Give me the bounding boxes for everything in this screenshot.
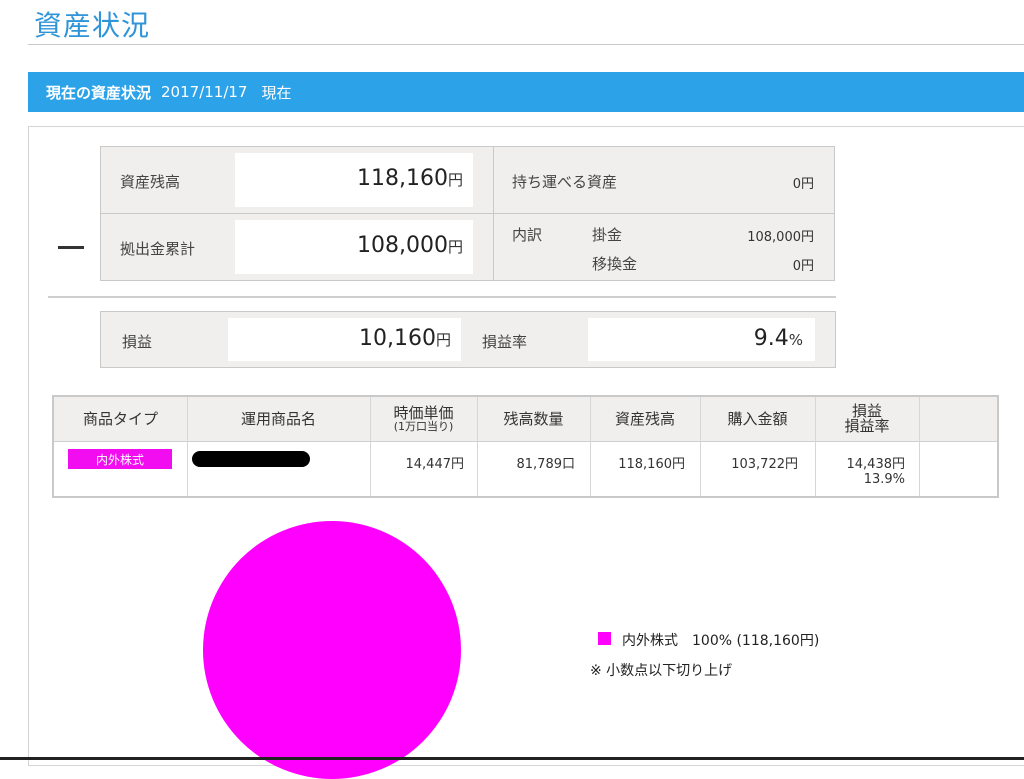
profit-loss-unit: 円 [435,331,451,349]
title-divider [28,44,1024,45]
cell-asset-balance: 118,160円 [618,457,685,472]
cell-profit-loss: 14,438円 [846,457,906,472]
column-divider [370,397,371,496]
table-header-row: 商品タイプ 運用商品名 時価単価 (1万口当り) 残高数量 資産残高 購入金額 … [54,397,997,442]
cell-quantity: 81,789口 [516,457,576,472]
balance-unit: 円 [447,171,463,189]
balance-value: 118,160 [357,166,448,191]
page-title: 資産状況 [34,9,151,42]
portable-label: 持ち運べる資産 [512,173,618,191]
header-quantity: 残高数量 [503,409,564,428]
header-purchase-amount: 購入金額 [727,409,788,428]
rounding-note: ※ 小数点以下切り上げ [590,663,733,679]
minus-operator [58,246,84,249]
as-of-suffix: 現在 [261,83,292,102]
as-of-date: 2017/11/17 [161,83,248,101]
breakdown-item-label-ikankin: 移換金 [592,255,638,273]
breakdown-item-value-ikankin: 0円 [792,259,814,274]
section-title: 現在の資産状況 [46,83,152,102]
balance-value-wrap: 118,160円 [235,166,463,191]
redacted-product-name [192,451,310,467]
contrib-label: 拠出金累計 [120,240,196,258]
contrib-unit: 円 [447,238,463,256]
breakdown-item-label-kakekin: 掛金 [592,226,623,244]
contrib-value: 108,000 [357,233,448,258]
header-unit-price-sub: (1万口当り) [393,420,454,433]
column-divider [187,397,188,496]
column-divider [919,397,920,496]
header-product-name: 運用商品名 [240,409,316,428]
summary-divider [48,296,836,298]
legend-entry: 内外株式 100% (118,160円) [622,633,820,649]
portable-value: 0円 [792,177,814,192]
breakdown-label: 内訳 [512,226,543,244]
cell-purchase-amount: 103,722円 [731,457,798,472]
header-unit-price-main: 時価単価 [393,404,454,422]
cell-unit-price: 14,447円 [405,457,465,472]
profit-loss-value-wrap: 10,160円 [228,326,451,351]
profit-loss-rate-unit: % [788,331,803,349]
column-divider [477,397,478,496]
profit-loss-rate-label: 損益率 [482,333,528,351]
pie-slice-domestic-foreign-stock [203,521,461,779]
section-header: 現在の資産状況 2017/11/17 現在 [28,72,1024,112]
profit-loss-rate-wrap: 9.4% [588,326,803,351]
breakdown-item-value-kakekin: 108,000円 [747,230,814,245]
profit-loss-value: 10,160 [359,326,436,351]
product-type-badge: 内外株式 [68,449,172,469]
header-product-type: 商品タイプ [82,409,158,428]
balance-label: 資産残高 [120,173,181,191]
header-unit-price: 時価単価 (1万口当り) [370,397,477,441]
contrib-value-wrap: 108,000円 [235,233,463,258]
column-divider [590,397,591,496]
header-profit-loss: 損益 損益率 [815,397,919,441]
holdings-table: 商品タイプ 運用商品名 時価単価 (1万口当り) 残高数量 資産残高 購入金額 … [52,395,999,498]
header-asset-balance: 資産残高 [614,409,675,428]
profit-loss-label: 損益 [122,333,153,351]
profit-loss-rate-value: 9.4 [753,326,789,351]
header-pl-rate: 損益率 [844,417,890,435]
legend-swatch [598,632,611,645]
column-divider [700,397,701,496]
cell-profit-loss-rate: 13.9% [863,472,905,487]
